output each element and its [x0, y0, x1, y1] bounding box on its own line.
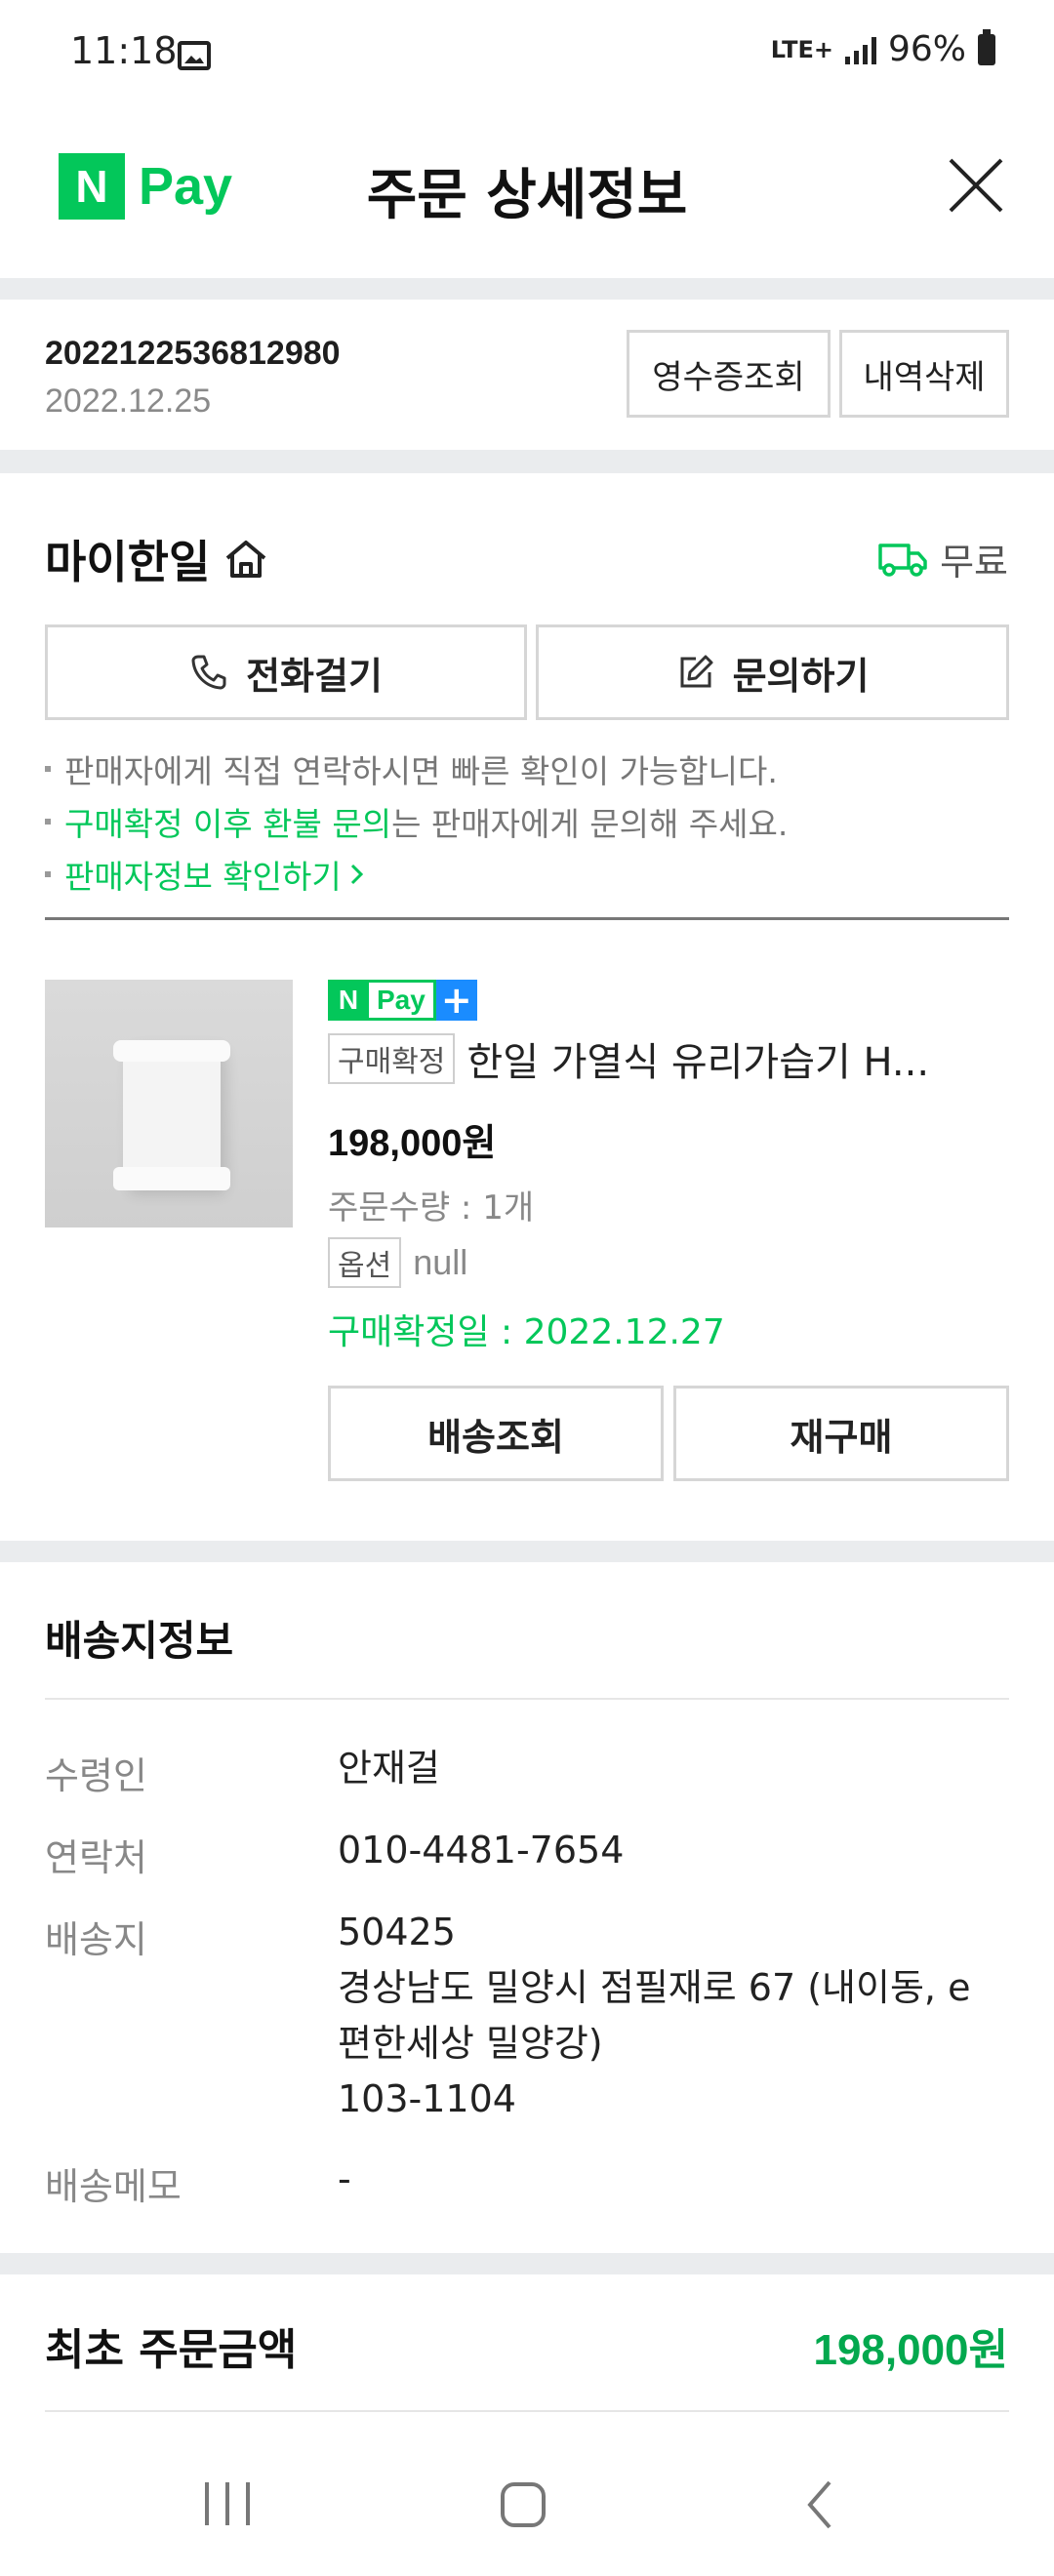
seller-name-label: 마이한일 — [45, 536, 211, 588]
recipient-label: 수령인 — [45, 1754, 147, 1797]
contact-label: 연락처 — [45, 1836, 147, 1879]
bullet — [45, 766, 51, 772]
purchase-confirm-date: 구매확정일 : 2022.12.27 — [328, 1312, 725, 1352]
seller-info-link-label: 판매자정보 확인하기 — [64, 858, 342, 896]
memo-value: - — [338, 2157, 351, 2200]
notice-refund-highlight: 구매확정 이후 환불 문의 — [64, 805, 392, 843]
address-label: 배송지 — [45, 1918, 147, 1961]
system-nav-bar — [0, 2420, 1054, 2576]
truck-icon — [878, 543, 927, 577]
product-price: 198,000원 — [328, 1123, 497, 1164]
call-button-label: 전화걸기 — [246, 654, 383, 698]
notice-refund-text: 는 판매자에게 문의해 주세요. — [391, 805, 789, 843]
product-option: 옵션 null — [328, 1237, 467, 1288]
product-name[interactable]: 한일 가열식 유리가습기 H... — [466, 1030, 993, 1087]
initial-order-amount-value: 198,000원 — [813, 2326, 1008, 2374]
status-bar: 11:18 LTE+ 96% — [0, 0, 1054, 112]
inquiry-button-label: 문의하기 — [732, 654, 870, 698]
order-quantity: 주문수량 : 1개 — [328, 1188, 535, 1228]
close-icon[interactable] — [949, 158, 1003, 213]
initial-order-amount-label: 최초 주문금액 — [45, 2325, 298, 2375]
address-value: 50425 경상남도 밀양시 점필재로 67 (내이동, e 편한세상 밀양강)… — [338, 1905, 970, 2127]
product-title-line[interactable]: 구매확정 한일 가열식 유리가습기 H... — [328, 1030, 1011, 1087]
memo-label: 배송메모 — [45, 2165, 182, 2208]
address-zip: 50425 — [338, 1911, 456, 1953]
signal-icon — [844, 35, 876, 64]
bullet — [45, 871, 51, 877]
section-divider — [0, 1541, 1054, 1562]
chevron-right-icon — [350, 864, 363, 885]
network-type: LTE+ — [770, 35, 833, 63]
contact-value: 010-4481-7654 — [338, 1829, 625, 1872]
delivery-separator — [45, 1698, 1009, 1700]
notice-contact-text: 판매자에게 직접 연락하시면 빠른 확인이 가능합니다. — [64, 752, 778, 790]
section-divider — [0, 278, 1054, 300]
plus-icon: + — [435, 979, 477, 1022]
home-button-icon[interactable] — [501, 2482, 546, 2527]
bullet — [45, 819, 51, 825]
seller-name[interactable]: 마이한일 — [45, 527, 270, 591]
address-line-3: 103-1104 — [338, 2077, 516, 2120]
summary-separator — [45, 2410, 1009, 2412]
recent-apps-icon[interactable] — [205, 2482, 250, 2525]
receipt-button[interactable]: 영수증조회 — [627, 330, 831, 418]
product-thumbnail[interactable] — [45, 980, 293, 1228]
battery-percent: 96% — [887, 29, 966, 69]
option-value: null — [413, 1242, 468, 1282]
order-number: 2022122536812980 — [45, 335, 341, 372]
humidifier-image — [113, 1040, 230, 1190]
rebuy-button[interactable]: 재구매 — [673, 1386, 1009, 1481]
inquiry-button[interactable]: 문의하기 — [536, 624, 1009, 720]
purchase-status-tag: 구매확정 — [328, 1033, 456, 1084]
section-divider — [0, 2253, 1054, 2274]
address-line-1: 경상남도 밀양시 점필재로 67 (내이동, e — [338, 1966, 971, 2009]
battery-icon — [978, 28, 995, 65]
gallery-icon — [178, 41, 211, 70]
delete-history-button[interactable]: 내역삭제 — [839, 330, 1009, 418]
call-button[interactable]: 전화걸기 — [45, 624, 527, 720]
npay-badge-n: N — [328, 980, 369, 1021]
notice-contact: 판매자에게 직접 연락하시면 빠른 확인이 가능합니다. — [45, 745, 778, 792]
page-title: 주문 상세정보 — [366, 164, 688, 227]
section-divider — [0, 450, 1054, 473]
notice-refund: 구매확정 이후 환불 문의 는 판매자에게 문의해 주세요. — [45, 798, 788, 845]
app-header: N Pay 주문 상세정보 — [0, 112, 1054, 278]
delivery-section-title: 배송지정보 — [45, 1617, 234, 1665]
track-delivery-button[interactable]: 배송조회 — [328, 1386, 664, 1481]
seller-info-link[interactable]: 판매자정보 확인하기 — [45, 851, 367, 898]
npay-badge-pay: Pay — [369, 980, 436, 1021]
npay-plus-badge: N Pay + — [328, 979, 477, 1022]
home-icon — [225, 541, 266, 578]
address-line-2: 편한세상 밀양강) — [338, 2022, 603, 2065]
shipping-info: 무료 — [877, 532, 1008, 585]
back-icon[interactable] — [800, 2478, 839, 2531]
option-tag: 옵션 — [328, 1237, 402, 1288]
recipient-value: 안재걸 — [338, 1747, 440, 1790]
order-date: 2022.12.25 — [45, 382, 212, 420]
shipping-fee: 무료 — [940, 541, 1008, 584]
status-right: LTE+ 96% — [770, 28, 995, 69]
phone-icon — [191, 655, 226, 690]
status-time: 11:18 — [70, 29, 178, 72]
seller-separator — [45, 917, 1009, 920]
edit-icon — [680, 655, 713, 688]
